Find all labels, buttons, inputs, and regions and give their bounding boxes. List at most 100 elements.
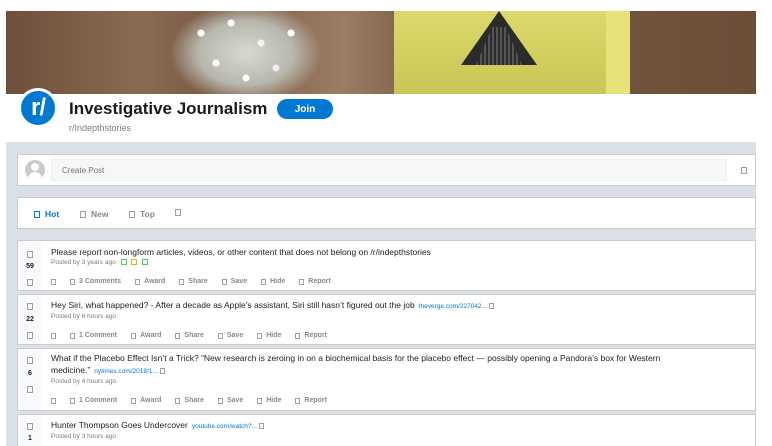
sort-tab-top[interactable]: Top — [129, 209, 155, 219]
post-card[interactable]: 6 What if the Placebo Effect Isn’t a Tri… — [17, 348, 756, 411]
post-card[interactable]: 59 Please report non-longform articles, … — [17, 240, 756, 291]
report-label: Report — [304, 397, 327, 404]
post-actions: 1 Comment Award Share Save Hide Report — [51, 332, 341, 339]
upvote-icon[interactable] — [27, 251, 33, 258]
report-button[interactable]: Report — [299, 278, 331, 285]
gold-badge-icon — [131, 259, 138, 266]
report-button[interactable]: Report — [295, 332, 327, 339]
external-link-icon[interactable] — [489, 302, 495, 309]
post-title[interactable]: Hunter Thompson Goes Undercover youtube.c… — [51, 419, 751, 433]
expand-button[interactable] — [51, 332, 56, 339]
report-label: Report — [308, 278, 331, 285]
hide-icon — [257, 332, 263, 339]
post-meta-text: Posted by 4 hours ago — [51, 378, 117, 385]
vote-column: 6 — [18, 349, 42, 410]
sort-tab-label: New — [91, 209, 109, 219]
downvote-icon[interactable] — [27, 279, 33, 286]
expand-icon — [51, 397, 56, 404]
award-button[interactable]: Award — [131, 397, 161, 404]
post-meta: Posted by 6 hours ago — [51, 313, 116, 320]
save-button[interactable]: Save — [217, 332, 244, 339]
hide-button[interactable]: Hide — [257, 397, 281, 404]
share-button[interactable]: Share — [179, 278, 208, 285]
save-icon — [217, 332, 223, 339]
hide-icon — [257, 397, 263, 404]
post-domain-link[interactable]: nytimes.com/2018/1... — [94, 368, 158, 375]
subreddit-icon[interactable]: r/ — [18, 88, 58, 128]
post-domain-link[interactable]: youtube.com/watch?... — [192, 423, 257, 430]
report-label: Report — [304, 332, 327, 339]
vote-column: 22 — [18, 295, 42, 344]
share-button[interactable]: Share — [175, 397, 204, 404]
comments-label: 1 Comment — [79, 397, 118, 404]
hide-button[interactable]: Hide — [257, 332, 281, 339]
external-link-icon[interactable] — [160, 367, 166, 374]
post-domain-link[interactable]: theverge.com/227042... — [419, 303, 487, 310]
sort-more[interactable] — [175, 209, 181, 216]
comments-button[interactable]: 1 Comment — [70, 397, 117, 404]
comments-button[interactable]: 3 Comments — [70, 278, 121, 285]
subreddit-handle: r/Indepthstories — [69, 123, 132, 133]
sort-tab-label: Hot — [45, 209, 60, 219]
sort-tab-new[interactable]: New — [80, 209, 108, 219]
expand-button[interactable] — [51, 278, 56, 285]
comment-icon — [70, 397, 75, 404]
share-icon — [175, 397, 181, 404]
save-label: Save — [226, 332, 244, 339]
post-title-text[interactable]: Hey Siri, what happened? - After a decad… — [51, 300, 415, 310]
share-icon — [179, 278, 185, 285]
downvote-icon[interactable] — [27, 386, 33, 393]
upvote-icon[interactable] — [27, 303, 33, 310]
post-actions: 1 Comment Award Share Save Hide Report — [51, 397, 341, 404]
vote-column: 1 — [18, 415, 42, 446]
report-button[interactable]: Report — [295, 397, 327, 404]
upvote-icon[interactable] — [27, 357, 33, 364]
post-meta-text: Posted by 6 hours ago — [51, 313, 117, 320]
sort-tab-label: Top — [140, 209, 155, 219]
save-icon — [217, 397, 223, 404]
save-button[interactable]: Save — [221, 278, 247, 285]
join-button[interactable]: Join — [277, 99, 333, 119]
post-title[interactable]: Hey Siri, what happened? - After a decad… — [51, 299, 751, 313]
downvote-icon[interactable] — [27, 332, 33, 339]
post-title-text[interactable]: Please report non-longform articles, vid… — [51, 247, 431, 257]
avatar[interactable] — [25, 160, 45, 180]
hot-icon — [34, 210, 40, 218]
hide-label: Hide — [266, 332, 282, 339]
create-post-input[interactable] — [51, 159, 727, 181]
vote-column: 59 — [18, 241, 42, 290]
top-icon — [129, 210, 135, 218]
external-link-icon[interactable] — [259, 422, 265, 429]
image-upload-icon[interactable] — [741, 167, 747, 174]
vote-count: 6 — [28, 370, 32, 377]
award-button[interactable]: Award — [131, 332, 161, 339]
award-icon — [131, 397, 137, 404]
hide-button[interactable]: Hide — [261, 278, 285, 285]
share-button[interactable]: Share — [175, 332, 204, 339]
vote-count: 1 — [28, 435, 32, 442]
comments-label: 3 Comments — [79, 278, 122, 285]
comments-label: 1 Comment — [79, 332, 118, 339]
save-button[interactable]: Save — [217, 397, 243, 404]
comment-icon — [70, 332, 75, 339]
award-label: Award — [140, 397, 162, 404]
post-title-text[interactable]: Hunter Thompson Goes Undercover — [51, 420, 188, 430]
award-label: Award — [144, 278, 166, 285]
report-icon — [295, 332, 301, 339]
post-title[interactable]: Please report non-longform articles, vid… — [51, 246, 751, 258]
banner-box-edge — [606, 11, 630, 94]
award-label: Award — [140, 332, 162, 339]
sort-tab-hot[interactable]: Hot — [34, 209, 59, 219]
share-label: Share — [188, 278, 208, 285]
post-card[interactable]: 22 Hey Siri, what happened? - After a de… — [17, 294, 756, 345]
post-meta-text: Posted by 3 hours ago — [51, 433, 117, 440]
post-title[interactable]: What if the Placebo Effect Isn’t a Trick… — [51, 352, 751, 378]
expand-button[interactable] — [51, 397, 56, 404]
upvote-icon[interactable] — [27, 423, 33, 430]
award-button[interactable]: Award — [135, 278, 165, 285]
expand-icon — [51, 278, 56, 285]
comments-button[interactable]: 1 Comment — [70, 332, 117, 339]
post-card[interactable]: 1 Hunter Thompson Goes Undercover youtube… — [17, 414, 756, 446]
create-post-card — [17, 154, 756, 186]
award-badge-icon — [120, 259, 127, 266]
